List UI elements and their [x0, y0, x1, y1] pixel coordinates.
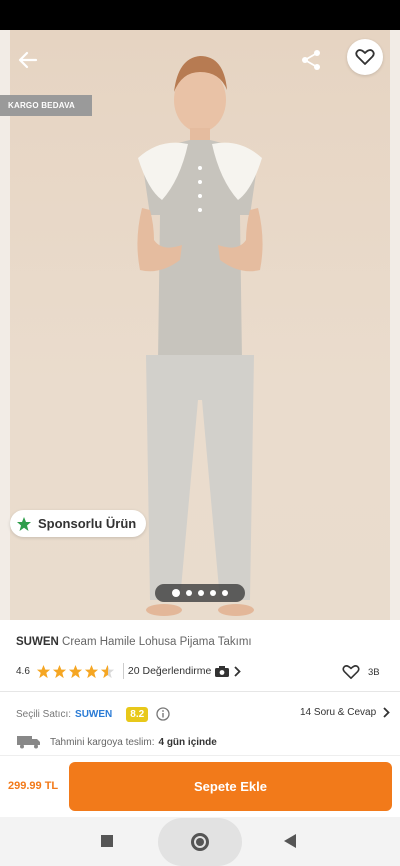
like-count: 3B [368, 666, 380, 678]
info-icon[interactable] [156, 707, 170, 721]
recents-button[interactable] [101, 835, 113, 847]
nav-back-button[interactable] [284, 834, 296, 848]
half-star-icon [100, 664, 114, 678]
chevron-right-icon [234, 665, 242, 677]
add-to-cart-button[interactable]: Sepete Ekle [69, 762, 392, 811]
gallery-dot[interactable] [222, 590, 228, 596]
sponsored-product-pill: Sponsorlu Ürün [10, 510, 147, 537]
favorite-button[interactable] [347, 39, 383, 75]
system-navigation-bar [0, 817, 400, 866]
star-icon [17, 516, 31, 531]
qa-link[interactable]: 14 Soru & Cevap [300, 707, 390, 718]
star-icon [68, 664, 82, 678]
share-icon [302, 50, 320, 70]
product-image-gallery[interactable]: KARGO BEDAVA Sponsorlu Ürün [0, 30, 400, 620]
gallery-pagination[interactable] [155, 584, 245, 602]
seller-label: Seçili Satıcı: [16, 708, 72, 720]
qa-label: 14 Soru & Cevap [300, 707, 377, 718]
price: 299.99 TL [8, 780, 59, 792]
rating-row: 4.6 20 Değerlendirme [16, 662, 386, 680]
shipping-days: 4 gün içinde [158, 736, 217, 748]
home-icon [191, 833, 209, 851]
rating-value: 4.6 [16, 665, 30, 677]
rating-stars [36, 664, 115, 679]
section-divider [0, 691, 400, 692]
gallery-dot[interactable] [172, 589, 180, 597]
product-name: Cream Hamile Lohusa Pijama Takımı [62, 636, 252, 648]
free-shipping-badge: KARGO BEDAVA [0, 95, 92, 116]
seller-score-badge: 8.2 [126, 706, 149, 722]
gallery-edge-left [0, 30, 10, 620]
purchase-bar: 299.99 TL Sepete Ekle [0, 755, 400, 817]
star-icon [84, 664, 98, 678]
shipping-label: Tahmini kargoya teslim: [50, 736, 155, 748]
arrow-left-icon [18, 51, 38, 69]
camera-icon [215, 665, 230, 677]
like-button[interactable]: 3B [342, 664, 380, 680]
divider [122, 663, 124, 679]
seller-name-link[interactable]: SUWEN [75, 709, 112, 720]
star-icon [52, 664, 66, 678]
back-button[interactable] [12, 46, 44, 74]
gallery-edge-right [390, 30, 400, 620]
reviews-link[interactable]: 20 Değerlendirme [127, 665, 242, 677]
gallery-dot[interactable] [198, 590, 204, 596]
shipping-estimate: Tahmini kargoya teslim: 4 gün içinde [16, 733, 386, 751]
heart-outline-icon [355, 49, 375, 65]
share-button[interactable] [296, 46, 326, 74]
gallery-dot[interactable] [210, 590, 216, 596]
truck-icon [17, 736, 40, 749]
chevron-right-icon [383, 707, 390, 718]
home-button[interactable] [158, 818, 242, 866]
product-title: SUWEN Cream Hamile Lohusa Pijama Takımı [16, 636, 386, 648]
sponsored-label: Sponsorlu Ürün [38, 516, 137, 531]
status-bar [0, 0, 400, 30]
star-icon [36, 664, 50, 678]
gallery-dot[interactable] [186, 590, 192, 596]
heart-outline-icon [342, 665, 360, 680]
reviews-count: 20 Değerlendirme [127, 665, 212, 677]
brand-name[interactable]: SUWEN [16, 636, 59, 648]
